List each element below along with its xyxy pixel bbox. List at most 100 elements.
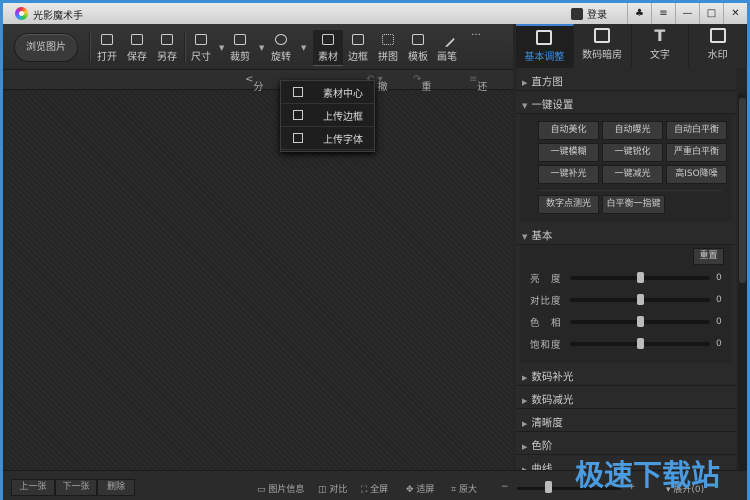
title-bar: 光影魔术手 登录 ♣ ≡ — □ ✕ <box>3 3 747 24</box>
zoom-out-button[interactable]: − <box>501 482 509 492</box>
template-icon <box>412 34 424 45</box>
right-tabs: 基本调整 数码暗房 T 文字 水印 <box>516 24 747 68</box>
download-icon <box>293 87 303 97</box>
saturation-slider[interactable]: 饱和度 0 <box>520 333 732 355</box>
collage-icon <box>382 34 394 45</box>
crop-dropdown-icon[interactable]: ▼ <box>259 44 264 52</box>
one-click-box: 自动美化 自动曝光 自动白平衡 一键模糊 一键锐化 严重白平衡 一键补光 一键减光 高ISO… <box>520 114 732 222</box>
menu-item-material-center[interactable]: 素材中心 <box>281 81 374 104</box>
menu-item-upload-border[interactable]: 上传边框 <box>281 104 374 127</box>
maximize-button[interactable]: □ <box>699 3 723 24</box>
save-button[interactable]: 保存 <box>122 30 152 66</box>
brightness-slider[interactable]: 亮 度0 <box>520 267 732 289</box>
basic-box: 重置 亮 度0 对比度 0 色 相0 饱和度 0 <box>520 245 732 363</box>
browse-images-button[interactable]: 浏览图片 <box>14 33 78 62</box>
edit-icon <box>536 30 553 45</box>
rotate-icon <box>275 34 287 45</box>
original-size-button[interactable]: ⌗ 原大 <box>451 482 477 495</box>
divider <box>538 190 722 191</box>
template-button[interactable]: 模板 <box>403 30 433 66</box>
skin-button[interactable]: ♣ <box>627 3 651 24</box>
app-logo-icon <box>15 7 28 20</box>
size-button[interactable]: 尺寸 <box>186 30 216 66</box>
section-digital-reduce-light[interactable]: ▶ 数码减光 <box>516 386 736 409</box>
save-icon <box>131 34 143 45</box>
material-star-icon <box>322 34 334 45</box>
slider-thumb[interactable] <box>637 338 644 349</box>
border-button[interactable]: 边框 <box>343 30 373 66</box>
section-basic[interactable]: ▼ 基本 <box>516 222 736 245</box>
white-balance-picker-button[interactable]: 白平衡一指键 <box>602 195 665 214</box>
reduce-light-button[interactable]: 一键减光 <box>602 165 663 184</box>
section-digital-fill-light[interactable]: ▶ 数码补光 <box>516 363 736 386</box>
image-canvas[interactable] <box>5 91 513 470</box>
menu-button[interactable]: ≡ <box>651 3 675 24</box>
high-iso-denoise-button[interactable]: 高ISO降噪 <box>666 165 727 184</box>
rotate-button[interactable]: 旋转 <box>266 30 296 66</box>
open-icon <box>101 34 113 45</box>
section-one-click[interactable]: ▼ 一键设置 <box>516 91 736 114</box>
tab-text[interactable]: T 文字 <box>632 24 690 68</box>
collage-button[interactable]: 拼图 <box>373 30 403 66</box>
share-button[interactable]: < 分享 <box>245 74 263 108</box>
severe-white-balance-button[interactable]: 严重白平衡 <box>666 143 727 162</box>
section-clarity[interactable]: ▶ 清晰度 <box>516 409 736 432</box>
camera-icon <box>594 28 611 43</box>
one-click-sharpen-button[interactable]: 一键锐化 <box>602 143 663 162</box>
hue-slider[interactable]: 色 相0 <box>520 311 732 333</box>
auto-white-balance-button[interactable]: 自动白平衡 <box>666 121 727 140</box>
spot-metering-button[interactable]: 数字点测光 <box>538 195 599 214</box>
slider-thumb[interactable] <box>637 272 644 283</box>
save-as-icon <box>161 34 173 45</box>
brush-icon <box>438 31 456 48</box>
watermark-add-icon <box>709 28 726 43</box>
size-dropdown-icon[interactable]: ▼ <box>219 44 224 52</box>
scrollbar-thumb[interactable] <box>739 98 746 283</box>
slider-thumb[interactable] <box>637 316 644 327</box>
open-button[interactable]: 打开 <box>92 30 122 66</box>
watermark-text: 极速下载站 <box>575 458 721 492</box>
text-t-icon: T <box>654 26 666 45</box>
fill-light-button[interactable]: 一键补光 <box>538 165 599 184</box>
more-button[interactable]: ··· <box>461 30 491 66</box>
toolbar: 浏览图片 打开 保存 另存 尺寸 ▼ 裁剪 ▼ 旋转 ▼ 素材 边框 拼图 模板… <box>3 24 513 70</box>
crop-button[interactable]: 裁剪 <box>225 30 255 66</box>
auto-beautify-button[interactable]: 自动美化 <box>538 121 599 140</box>
app-title: 光影魔术手 <box>33 11 83 22</box>
material-button[interactable]: 素材 <box>313 30 343 66</box>
panel-scrollbar[interactable] <box>738 93 747 470</box>
app-window: 光影魔术手 登录 ♣ ≡ — □ ✕ 浏览图片 打开 保存 另存 尺寸 ▼ 裁剪… <box>3 3 747 500</box>
redo-button[interactable]: ↷ 重做 <box>413 74 431 108</box>
fit-screen-button[interactable]: ✥ 适屏 <box>406 482 434 495</box>
zoom-slider-thumb[interactable] <box>545 481 553 493</box>
resize-icon <box>195 34 207 45</box>
rotate-dropdown-icon[interactable]: ▼ <box>301 44 306 52</box>
reset-button[interactable]: 重置 <box>693 248 724 265</box>
material-dropdown-menu: 素材中心 上传边框 上传字体 <box>280 80 375 152</box>
user-icon <box>571 7 583 20</box>
menu-item-upload-font[interactable]: 上传字体 <box>281 127 374 150</box>
login-button[interactable]: 登录 <box>571 6 607 21</box>
close-button[interactable]: ✕ <box>723 3 747 24</box>
next-image-button[interactable]: 下一张 <box>55 479 97 496</box>
minimize-button[interactable]: — <box>675 3 699 24</box>
compare-button[interactable]: ◫ 对比 <box>318 482 347 495</box>
auto-exposure-button[interactable]: 自动曝光 <box>602 121 663 140</box>
delete-button[interactable]: 删除 <box>97 479 135 496</box>
restore-button[interactable]: ≡ 还原 <box>469 74 487 108</box>
divider <box>184 32 185 62</box>
save-as-button[interactable]: 另存 <box>152 30 182 66</box>
fullscreen-button[interactable]: ⛶ 全屏 <box>361 482 388 495</box>
contrast-slider[interactable]: 对比度 0 <box>520 289 732 311</box>
one-click-blur-button[interactable]: 一键模糊 <box>538 143 599 162</box>
section-histogram[interactable]: ▶ 直方图 <box>516 68 736 91</box>
tab-digital-darkroom[interactable]: 数码暗房 <box>574 24 632 68</box>
image-info-button[interactable]: ▭ 图片信息 <box>257 482 304 495</box>
tab-watermark[interactable]: 水印 <box>689 24 747 68</box>
prev-image-button[interactable]: 上一张 <box>11 479 55 496</box>
tab-basic-adjust[interactable]: 基本调整 <box>516 24 574 68</box>
brush-button[interactable]: 画笔 <box>432 30 462 66</box>
secondary-toolbar: < 分享 ↶ 撤销 ▾ ↷ 重做 ≡ 还原 <box>3 70 513 108</box>
font-icon <box>293 133 303 143</box>
slider-thumb[interactable] <box>637 294 644 305</box>
